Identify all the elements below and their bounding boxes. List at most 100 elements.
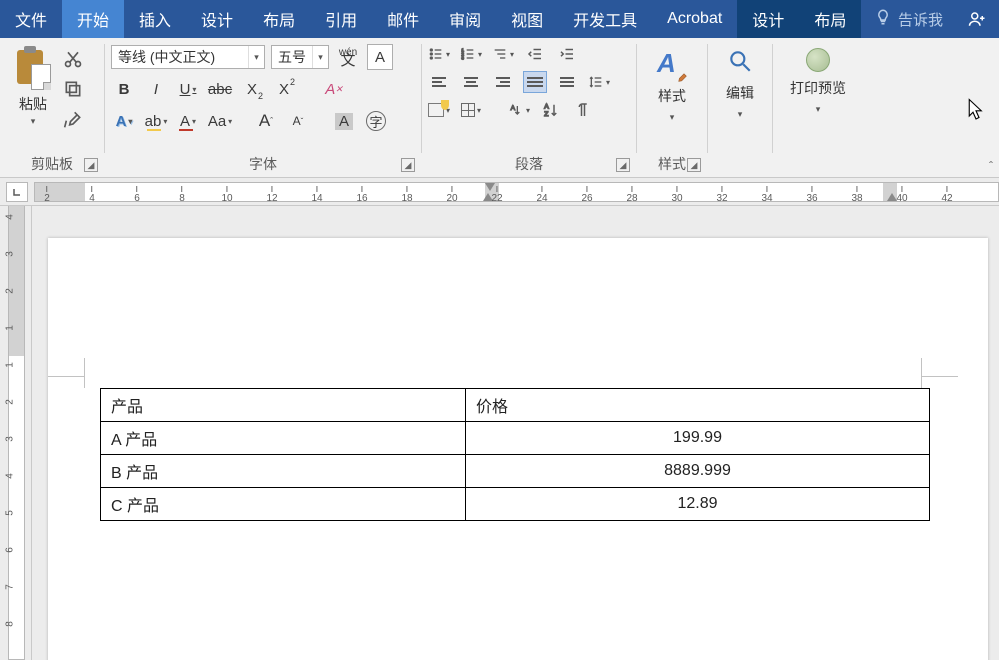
ruler-tick: 7 xyxy=(5,580,16,594)
tab-insert[interactable]: 插入 xyxy=(124,0,186,38)
ruler-tick: 20 xyxy=(446,186,457,202)
ruler-tick: 12 xyxy=(266,186,277,202)
copy-button[interactable] xyxy=(62,78,84,100)
horizontal-ruler[interactable]: 24681012141618202224262830323436384042 xyxy=(0,178,999,206)
align-right-button[interactable] xyxy=(492,72,514,92)
ruler-tick: 28 xyxy=(626,186,637,202)
line-spacing-button[interactable]: ▾ xyxy=(588,72,610,92)
enclose-char-button[interactable]: 字 xyxy=(363,108,389,134)
table-row[interactable]: 产品价格 xyxy=(101,389,930,422)
chevron-down-icon[interactable]: ▾ xyxy=(31,116,36,127)
chevron-down-icon[interactable]: ▾ xyxy=(816,104,821,115)
font-name-combo[interactable]: 等线 (中文正文) ▾ xyxy=(111,45,265,69)
table-header-cell[interactable]: 产品 xyxy=(101,389,466,422)
ruler-tick: 22 xyxy=(491,186,502,202)
superscript-button[interactable]: X2 xyxy=(271,76,297,102)
print-preview-button[interactable]: 打印预览 ▾ xyxy=(780,42,856,153)
paste-button[interactable]: 粘贴 ▾ xyxy=(13,42,53,131)
table-row[interactable]: C 产品12.89 xyxy=(101,488,930,521)
tab-layout[interactable]: 布局 xyxy=(248,0,310,38)
group-font: 等线 (中文正文) ▾ 五号 ▾ wén文 A B I U▾ abc X2 xyxy=(105,38,421,177)
decrease-indent-button[interactable] xyxy=(524,44,546,64)
ruler-tick: 6 xyxy=(134,186,140,202)
table-row[interactable]: B 产品8889.999 xyxy=(101,455,930,488)
align-left-button[interactable] xyxy=(428,72,450,92)
tab-view[interactable]: 视图 xyxy=(496,0,558,38)
group-paragraph: ▾ 123▾ ▾ ▾ ▾ ▾ A xyxy=(422,38,636,177)
format-painter-button[interactable] xyxy=(62,108,84,130)
shrink-font-button[interactable]: Aˇ xyxy=(285,108,311,134)
ruler-tick: 2 xyxy=(5,395,16,409)
character-border-button[interactable]: A xyxy=(367,44,393,70)
table-cell[interactable]: 199.99 xyxy=(466,422,930,455)
table-cell[interactable]: A 产品 xyxy=(101,422,466,455)
change-case-button[interactable]: Aa▾ xyxy=(207,108,233,134)
document-table[interactable]: 产品价格A 产品199.99B 产品8889.999C 产品12.89 xyxy=(100,388,930,521)
bullets-button[interactable]: ▾ xyxy=(428,44,450,64)
show-marks-button[interactable] xyxy=(572,100,594,120)
font-size-combo[interactable]: 五号 ▾ xyxy=(271,45,329,69)
clear-formatting-button[interactable]: A✕ xyxy=(321,76,347,102)
bold-button[interactable]: B xyxy=(111,76,137,102)
font-color-button[interactable]: A▾ xyxy=(175,108,201,134)
grow-font-button[interactable]: Aˆ xyxy=(253,108,279,134)
document-page[interactable]: 产品价格A 产品199.99B 产品8889.999C 产品12.89 xyxy=(48,238,988,660)
paragraph-dialog-launcher[interactable]: ◢ xyxy=(616,158,630,172)
italic-button[interactable]: I xyxy=(143,76,169,102)
table-header-cell[interactable]: 价格 xyxy=(466,389,930,422)
underline-button[interactable]: U▾ xyxy=(175,76,201,102)
tab-design[interactable]: 设计 xyxy=(186,0,248,38)
tab-home[interactable]: 开始 xyxy=(62,0,124,38)
chevron-down-icon[interactable]: ▾ xyxy=(248,46,264,68)
char-shading-button[interactable]: A xyxy=(331,108,357,134)
table-cell[interactable]: 12.89 xyxy=(466,488,930,521)
styles-dialog-launcher[interactable]: ◢ xyxy=(687,158,701,172)
chevron-down-icon[interactable]: ▾ xyxy=(312,46,328,68)
edit-button[interactable]: 编辑 ▾ xyxy=(716,42,764,153)
tab-acrobat[interactable]: Acrobat xyxy=(652,0,737,38)
svg-text:Z: Z xyxy=(544,111,548,118)
cut-button[interactable] xyxy=(62,48,84,70)
align-justify-button[interactable] xyxy=(524,72,546,92)
borders-button[interactable]: ▾ xyxy=(460,100,482,120)
multilevel-list-button[interactable]: ▾ xyxy=(492,44,514,64)
styles-button[interactable]: A 样式 ▾ xyxy=(647,42,697,153)
tab-selector[interactable] xyxy=(6,182,28,202)
table-cell[interactable]: B 产品 xyxy=(101,455,466,488)
tab-mail[interactable]: 邮件 xyxy=(372,0,434,38)
tab-file[interactable]: 文件 xyxy=(0,0,62,38)
edit-label: 编辑 xyxy=(726,83,754,103)
chevron-down-icon[interactable]: ▾ xyxy=(738,109,743,120)
align-center-button[interactable] xyxy=(460,72,482,92)
tab-review[interactable]: 审阅 xyxy=(434,0,496,38)
tab-references[interactable]: 引用 xyxy=(310,0,372,38)
table-cell[interactable]: 8889.999 xyxy=(466,455,930,488)
distributed-button[interactable] xyxy=(556,72,578,92)
highlight-button[interactable]: ab▾ xyxy=(143,108,169,134)
ruler-tick: 8 xyxy=(5,617,16,631)
tab-table-layout[interactable]: 布局 xyxy=(799,0,861,38)
font-dialog-launcher[interactable]: ◢ xyxy=(401,158,415,172)
phonetic-guide-button[interactable]: wén文 xyxy=(335,44,361,70)
ruler-tick: 2 xyxy=(44,186,50,202)
tell-me[interactable]: 告诉我 xyxy=(862,0,955,38)
table-row[interactable]: A 产品199.99 xyxy=(101,422,930,455)
table-cell[interactable]: C 产品 xyxy=(101,488,466,521)
strikethrough-button[interactable]: abc xyxy=(207,76,233,102)
vertical-ruler[interactable]: 432112345678 xyxy=(0,206,32,660)
numbering-button[interactable]: 123▾ xyxy=(460,44,482,64)
clipboard-dialog-launcher[interactable]: ◢ xyxy=(84,158,98,172)
text-direction-button[interactable]: A▾ xyxy=(508,100,530,120)
increase-indent-button[interactable] xyxy=(556,44,578,64)
subscript-button[interactable]: X2 xyxy=(239,76,265,102)
collapse-ribbon-button[interactable]: ˆ xyxy=(989,159,993,173)
bulb-icon xyxy=(874,8,892,30)
ribbon: 粘贴 ▾ 剪贴板◢ xyxy=(0,38,999,178)
shading-button[interactable]: ▾ xyxy=(428,100,450,120)
tab-developer[interactable]: 开发工具 xyxy=(558,0,652,38)
text-effects-button[interactable]: A▾ xyxy=(111,108,137,134)
tab-table-design[interactable]: 设计 xyxy=(737,0,799,38)
chevron-down-icon[interactable]: ▾ xyxy=(670,112,675,123)
share-button[interactable] xyxy=(955,0,999,38)
sort-button[interactable]: AZ xyxy=(540,100,562,120)
